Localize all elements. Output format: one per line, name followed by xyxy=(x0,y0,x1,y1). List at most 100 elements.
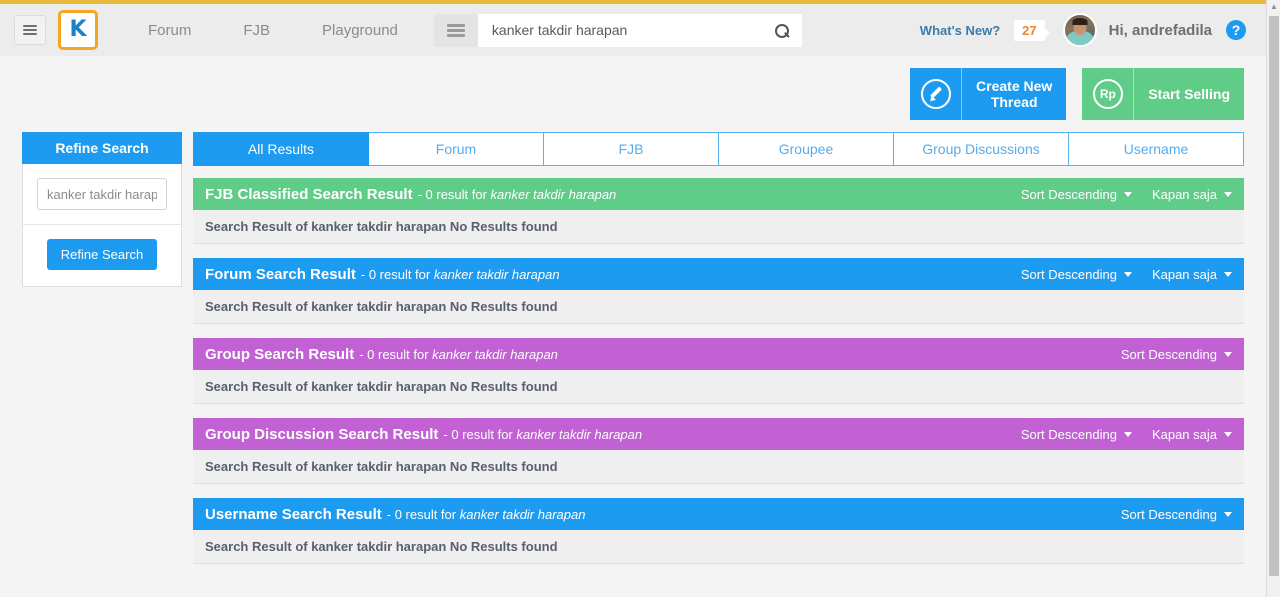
chevron-down-icon xyxy=(1224,351,1232,357)
panel-header: Group Discussion Search Result - 0 resul… xyxy=(193,418,1244,450)
panel-subtitle: - 0 result for kanker takdir harapan xyxy=(359,347,558,362)
avatar[interactable] xyxy=(1062,13,1097,47)
panel-query: kanker takdir harapan xyxy=(432,346,558,362)
chevron-down-icon xyxy=(1224,431,1232,437)
panel-query: kanker takdir harapan xyxy=(433,266,560,282)
content-area: Refine Search Refine Search All Results … xyxy=(0,132,1266,578)
sort-dropdown-label: Sort Descending xyxy=(1020,426,1117,442)
site-header: K Forum FJB Playground What's New? xyxy=(0,4,1266,56)
list-icon xyxy=(446,22,465,39)
create-thread-label-line1: Create New xyxy=(976,77,1053,94)
search-category-button[interactable] xyxy=(433,13,478,47)
refine-search-header[interactable]: Refine Search xyxy=(22,132,182,164)
panel-result-count: - 0 result for xyxy=(360,266,434,282)
panel-empty-message: Search Result of kanker takdir harapan N… xyxy=(193,290,1244,324)
avatar-hair xyxy=(1072,18,1088,25)
panel-subtitle: - 0 result for kanker takdir harapan xyxy=(418,187,617,202)
time-filter-dropdown[interactable]: Kapan saja xyxy=(1152,267,1232,282)
panel-title: Username Search Result xyxy=(205,505,382,523)
panel-header: Forum Search Result - 0 result for kanke… xyxy=(193,258,1244,290)
help-icon[interactable]: ? xyxy=(1226,20,1246,40)
panel-query: kanker takdir harapan xyxy=(459,506,586,522)
panel-header: FJB Classified Search Result - 0 result … xyxy=(193,178,1244,210)
hamburger-icon xyxy=(23,23,37,37)
chevron-down-icon xyxy=(1123,271,1132,277)
tab-groupee[interactable]: Groupee xyxy=(719,132,894,166)
panel-result-count: - 0 result for xyxy=(359,346,433,362)
scrollbar-thumb[interactable] xyxy=(1269,16,1279,576)
sort-dropdown[interactable]: Sort Descending xyxy=(1021,187,1132,202)
header-user-area: What's New? 27 Hi, andrefadila ? xyxy=(920,13,1252,47)
nav-item-fjb[interactable]: FJB xyxy=(217,22,296,39)
panel-subtitle: - 0 result for kanker takdir harapan xyxy=(443,427,642,442)
sort-dropdown-label: Sort Descending xyxy=(1020,186,1117,202)
time-filter-dropdown[interactable]: Kapan saja xyxy=(1152,427,1232,442)
browser-scrollbar[interactable]: ▲ xyxy=(1266,0,1280,597)
main-menu-button[interactable] xyxy=(14,15,46,45)
search-field-wrap xyxy=(477,13,802,47)
time-filter-dropdown[interactable]: Kapan saja xyxy=(1152,187,1232,202)
panel-empty-message: Search Result of kanker takdir harapan N… xyxy=(193,210,1244,244)
search-submit-button[interactable] xyxy=(768,14,796,47)
start-selling-button[interactable]: Rp Start Selling xyxy=(1082,68,1244,120)
site-logo[interactable]: K xyxy=(58,10,98,50)
chevron-down-icon xyxy=(1224,191,1232,197)
panel-result-count: - 0 result for xyxy=(386,506,460,522)
start-selling-label: Start Selling xyxy=(1148,85,1230,102)
panel-fjb-classified: FJB Classified Search Result - 0 result … xyxy=(193,178,1244,244)
action-button-row: Create New Thread Rp Start Selling xyxy=(0,56,1266,132)
tab-group-discussions[interactable]: Group Discussions xyxy=(894,132,1069,166)
tab-forum[interactable]: Forum xyxy=(369,132,544,166)
sort-dropdown[interactable]: Sort Descending xyxy=(1121,507,1232,522)
whats-new-link[interactable]: What's New? xyxy=(920,23,1000,38)
rp-icon: Rp xyxy=(1092,79,1123,109)
refine-search-panel: Refine Search xyxy=(22,164,182,287)
tab-all-results[interactable]: All Results xyxy=(193,132,369,166)
start-selling-icon-wrap: Rp xyxy=(1082,68,1135,120)
search-input[interactable] xyxy=(477,13,802,47)
pencil-icon xyxy=(920,79,951,109)
panel-controls: Sort Descending xyxy=(1101,347,1232,362)
panel-empty-message: Search Result of kanker takdir harapan N… xyxy=(193,370,1244,404)
panel-group-discussion: Group Discussion Search Result - 0 resul… xyxy=(193,418,1244,484)
logo-icon: K xyxy=(69,17,87,42)
chevron-down-icon xyxy=(1123,431,1132,437)
panel-query: kanker takdir harapan xyxy=(490,186,617,202)
sort-dropdown[interactable]: Sort Descending xyxy=(1021,267,1132,282)
panel-title: Forum Search Result xyxy=(205,265,356,283)
panel-header: Group Search Result - 0 result for kanke… xyxy=(193,338,1244,370)
tab-username[interactable]: Username xyxy=(1069,132,1244,166)
chevron-down-icon xyxy=(1123,191,1132,197)
notification-badge-wrap[interactable]: 27 xyxy=(1014,19,1051,41)
scroll-up-arrow-icon[interactable]: ▲ xyxy=(1267,0,1280,14)
panel-result-count: - 0 result for xyxy=(443,426,517,442)
panel-title: Group Search Result xyxy=(205,345,355,363)
panel-controls: Sort Descending xyxy=(1101,507,1232,522)
create-thread-label-line2: Thread xyxy=(990,94,1038,110)
panel-subtitle: - 0 result for kanker takdir harapan xyxy=(387,507,586,522)
panel-empty-message: Search Result of kanker takdir harapan N… xyxy=(193,450,1244,484)
panel-title: FJB Classified Search Result xyxy=(205,185,413,203)
panel-controls: Sort Descending Kapan saja xyxy=(1001,427,1232,442)
refine-search-input[interactable] xyxy=(37,178,167,210)
user-greeting[interactable]: Hi, andrefadila xyxy=(1109,22,1212,39)
sort-dropdown-label: Sort Descending xyxy=(1120,506,1217,522)
refine-divider xyxy=(23,224,181,225)
create-thread-label: Create New Thread xyxy=(962,68,1066,120)
time-filter-label: Kapan saja xyxy=(1151,426,1217,442)
sort-dropdown-label: Sort Descending xyxy=(1120,346,1217,362)
sort-dropdown-label: Sort Descending xyxy=(1020,266,1117,282)
sort-dropdown[interactable]: Sort Descending xyxy=(1021,427,1132,442)
panel-header: Username Search Result - 0 result for ka… xyxy=(193,498,1244,530)
refine-search-button[interactable]: Refine Search xyxy=(46,239,158,270)
tab-fjb[interactable]: FJB xyxy=(544,132,719,166)
chevron-down-icon xyxy=(1224,511,1232,517)
panel-forum: Forum Search Result - 0 result for kanke… xyxy=(193,258,1244,324)
panel-controls: Sort Descending Kapan saja xyxy=(1001,187,1232,202)
nav-item-playground[interactable]: Playground xyxy=(296,22,424,39)
sort-dropdown[interactable]: Sort Descending xyxy=(1121,347,1232,362)
panel-controls: Sort Descending Kapan saja xyxy=(1001,267,1232,282)
nav-item-forum[interactable]: Forum xyxy=(122,22,217,39)
page-viewport: K Forum FJB Playground What's New? xyxy=(0,4,1266,597)
create-new-thread-button[interactable]: Create New Thread xyxy=(910,68,1067,120)
